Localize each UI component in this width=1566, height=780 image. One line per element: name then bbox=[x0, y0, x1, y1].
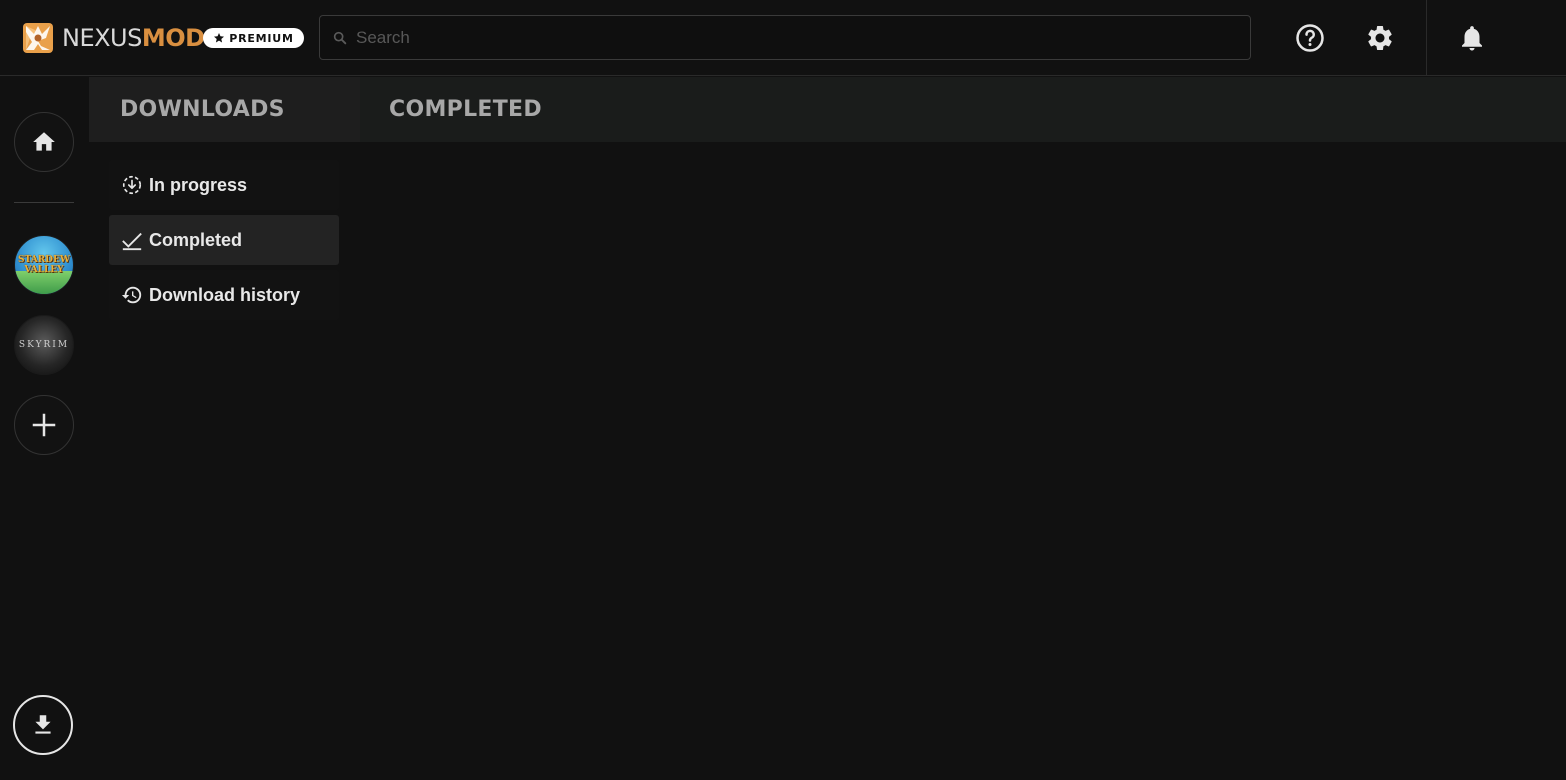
completed-content-area bbox=[360, 142, 1566, 780]
stardew-art-line2: VALLEY bbox=[24, 265, 64, 275]
downloads-button[interactable] bbox=[13, 695, 73, 755]
in-progress-icon bbox=[122, 175, 142, 195]
submenu-item-completed[interactable]: Completed bbox=[109, 215, 339, 265]
submenu-item-download-history[interactable]: Download history bbox=[109, 270, 339, 320]
completed-title: COMPLETED bbox=[389, 97, 542, 122]
search-icon bbox=[333, 31, 347, 44]
game-stardew-valley[interactable]: STARDEW VALLEY bbox=[14, 235, 74, 295]
check-icon bbox=[122, 232, 142, 251]
search-input[interactable] bbox=[356, 16, 1250, 59]
top-bar: NEXUS MODS PREMIUM bbox=[0, 0, 1566, 76]
downloads-title[interactable]: DOWNLOADS bbox=[89, 77, 360, 142]
rail-separator bbox=[14, 202, 74, 203]
nexus-logo-icon bbox=[23, 23, 53, 53]
home-button[interactable] bbox=[14, 112, 74, 172]
add-game-button[interactable] bbox=[14, 395, 74, 455]
premium-label: PREMIUM bbox=[229, 31, 294, 45]
nexus-mods-logo[interactable]: NEXUS MODS bbox=[22, 22, 222, 54]
settings-button[interactable] bbox=[1362, 20, 1398, 56]
home-icon bbox=[33, 132, 55, 151]
search-bar[interactable] bbox=[319, 15, 1251, 60]
topbar-divider bbox=[1426, 0, 1427, 76]
plus-icon bbox=[32, 413, 56, 437]
game-skyrim[interactable]: SKYRIM bbox=[14, 315, 74, 375]
notifications-button[interactable] bbox=[1454, 20, 1490, 56]
bell-icon bbox=[1462, 26, 1482, 51]
submenu-item-in-progress[interactable]: In progress bbox=[109, 160, 339, 210]
gear-icon bbox=[1368, 25, 1392, 50]
premium-badge[interactable]: PREMIUM bbox=[203, 28, 304, 48]
submenu-label-download-history: Download history bbox=[149, 284, 301, 305]
skyrim-art-text: SKYRIM bbox=[18, 340, 70, 350]
history-icon bbox=[121, 286, 142, 304]
submenu-label-in-progress: In progress bbox=[149, 174, 248, 195]
star-icon bbox=[214, 33, 225, 43]
stardew-art-line1: STARDEW bbox=[18, 255, 70, 265]
tabs-header: DOWNLOADS COMPLETED bbox=[89, 77, 1566, 142]
download-icon bbox=[35, 715, 51, 734]
downloads-submenu: In progress Completed Download history bbox=[109, 160, 339, 325]
stardew-art-text: STARDEW VALLEY bbox=[18, 255, 70, 275]
submenu-label-completed: Completed bbox=[149, 229, 243, 250]
logo-word-nexus: NEXUS bbox=[62, 24, 142, 52]
logo-wordmark: NEXUS MODS bbox=[62, 24, 222, 52]
help-button[interactable] bbox=[1292, 20, 1328, 56]
help-icon bbox=[1296, 24, 1324, 52]
